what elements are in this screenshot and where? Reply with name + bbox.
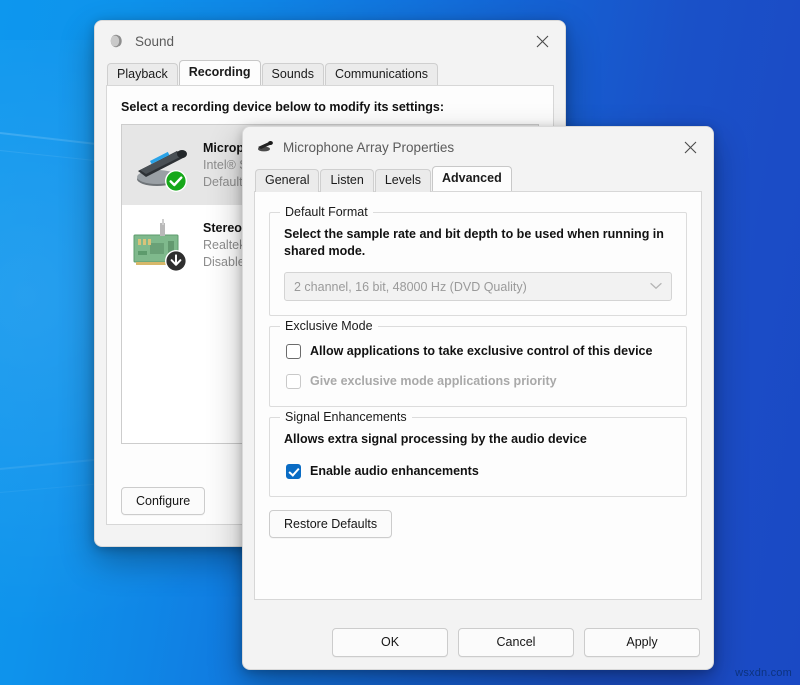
sound-window-titlebar: Sound	[95, 21, 565, 61]
cancel-button[interactable]: Cancel	[458, 628, 574, 657]
disabled-arrow-badge	[164, 249, 188, 273]
speaker-icon	[108, 32, 126, 50]
exclusive-mode-title: Exclusive Mode	[280, 319, 378, 333]
exclusive-control-checkbox[interactable]	[286, 344, 301, 359]
microphone-icon	[256, 138, 274, 156]
advanced-tab-panel: Default Format Select the sample rate an…	[254, 191, 702, 600]
signal-enhancements-group: Signal Enhancements Allows extra signal …	[269, 417, 687, 497]
default-format-selected-value: 2 channel, 16 bit, 48000 Hz (DVD Quality…	[294, 280, 527, 294]
properties-tabs: General Listen Levels Advanced	[243, 167, 713, 191]
close-icon[interactable]	[667, 127, 713, 167]
tab-playback[interactable]: Playback	[107, 63, 178, 86]
tab-general[interactable]: General	[255, 169, 319, 192]
ok-button[interactable]: OK	[332, 628, 448, 657]
exclusive-control-checkbox-row[interactable]: Allow applications to take exclusive con…	[284, 340, 672, 362]
exclusive-priority-checkbox	[286, 374, 301, 389]
properties-titlebar: Microphone Array Properties	[243, 127, 713, 167]
signal-enhancements-description: Allows extra signal processing by the au…	[284, 431, 672, 448]
exclusive-control-label: Allow applications to take exclusive con…	[310, 343, 652, 359]
default-format-group: Default Format Select the sample rate an…	[269, 212, 687, 316]
close-icon[interactable]	[519, 21, 565, 61]
configure-button[interactable]: Configure	[121, 487, 205, 515]
configure-row: Configure	[121, 492, 205, 510]
default-format-description: Select the sample rate and bit depth to …	[284, 226, 672, 260]
enable-audio-enhancements-checkbox[interactable]	[286, 464, 301, 479]
default-format-select[interactable]: 2 channel, 16 bit, 48000 Hz (DVD Quality…	[284, 272, 672, 301]
sound-window-tabs: Playback Recording Sounds Communications	[95, 61, 565, 85]
tab-listen[interactable]: Listen	[320, 169, 373, 192]
exclusive-mode-group: Exclusive Mode Allow applications to tak…	[269, 326, 687, 407]
chevron-down-icon	[650, 281, 662, 293]
exclusive-priority-label: Give exclusive mode applications priorit…	[310, 373, 557, 389]
signal-enhancements-title: Signal Enhancements	[280, 410, 412, 424]
tab-recording[interactable]: Recording	[179, 60, 261, 85]
restore-defaults-row: Restore Defaults	[269, 515, 687, 533]
enable-audio-enhancements-label: Enable audio enhancements	[310, 463, 479, 479]
sound-window-title: Sound	[135, 34, 174, 49]
tab-levels[interactable]: Levels	[375, 169, 431, 192]
green-check-badge	[164, 169, 188, 193]
enable-audio-enhancements-row[interactable]: Enable audio enhancements	[284, 460, 672, 482]
dialog-footer: OK Cancel Apply	[332, 628, 700, 657]
tab-advanced[interactable]: Advanced	[432, 166, 512, 191]
exclusive-priority-checkbox-row: Give exclusive mode applications priorit…	[284, 370, 672, 392]
site-watermark: wsxdn.com	[735, 667, 792, 679]
apply-button[interactable]: Apply	[584, 628, 700, 657]
microphone-array-icon	[130, 135, 192, 195]
restore-defaults-button[interactable]: Restore Defaults	[269, 510, 392, 538]
properties-title: Microphone Array Properties	[283, 140, 454, 155]
tab-sounds[interactable]: Sounds	[262, 63, 324, 86]
default-format-title: Default Format	[280, 205, 373, 219]
tab-communications[interactable]: Communications	[325, 63, 438, 86]
sound-card-icon	[130, 215, 192, 275]
desktop-background: Sound Playback Recording Sounds Communic…	[0, 0, 800, 685]
microphone-array-properties-window: Microphone Array Properties General List…	[242, 126, 714, 670]
recording-hint-text: Select a recording device below to modif…	[107, 86, 553, 124]
